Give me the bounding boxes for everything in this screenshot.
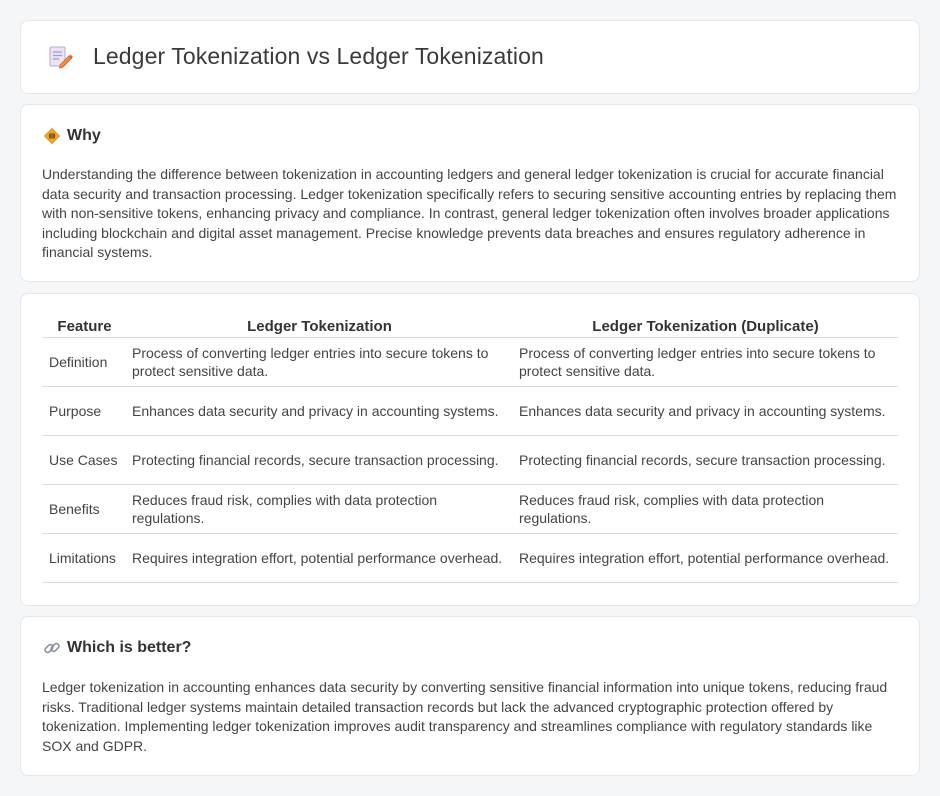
- document-edit-icon: [47, 44, 73, 70]
- link-icon: [43, 639, 61, 657]
- row-ledger-value: Reduces fraud risk, complies with data p…: [126, 485, 513, 534]
- better-title: Which is better?: [67, 639, 192, 656]
- why-card: Why Understanding the difference between…: [20, 104, 920, 282]
- table-row: Benefits Reduces fraud risk, complies wi…: [43, 485, 898, 534]
- row-ledger-value: Process of converting ledger entries int…: [126, 338, 513, 387]
- title-row: Ledger Tokenization vs Ledger Tokenizati…: [47, 43, 544, 70]
- row-ledger-value: Requires integration effort, potential p…: [126, 534, 513, 583]
- row-duplicate-value: Enhances data security and privacy in ac…: [513, 387, 898, 436]
- row-duplicate-value: Requires integration effort, potential p…: [513, 534, 898, 583]
- why-heading: Why: [43, 127, 101, 145]
- header-ledger-tokenization-duplicate: Ledger Tokenization (Duplicate): [513, 314, 898, 338]
- title-card: Ledger Tokenization vs Ledger Tokenizati…: [20, 20, 920, 94]
- header-feature: Feature: [43, 314, 126, 338]
- table-row: Use Cases Protecting financial records, …: [43, 436, 898, 485]
- better-text: Ledger tokenization in accounting enhanc…: [42, 679, 888, 754]
- why-title: Why: [67, 127, 101, 144]
- row-duplicate-value: Protecting financial records, secure tra…: [513, 436, 898, 485]
- table-row: Purpose Enhances data security and priva…: [43, 387, 898, 436]
- table-row: Limitations Requires integration effort,…: [43, 534, 898, 583]
- comparison-card: Feature Ledger Tokenization Ledger Token…: [20, 293, 920, 606]
- comparison-table: Feature Ledger Tokenization Ledger Token…: [43, 314, 898, 583]
- row-feature: Limitations: [43, 534, 126, 583]
- row-feature: Benefits: [43, 485, 126, 534]
- header-ledger-tokenization: Ledger Tokenization: [126, 314, 513, 338]
- page-title: Ledger Tokenization vs Ledger Tokenizati…: [93, 43, 544, 69]
- which-is-better-card: Which is better? Ledger tokenization in …: [20, 616, 920, 776]
- better-heading: Which is better?: [43, 639, 191, 657]
- table-header-row: Feature Ledger Tokenization Ledger Token…: [43, 314, 898, 338]
- row-duplicate-value: Process of converting ledger entries int…: [513, 338, 898, 387]
- row-duplicate-value: Reduces fraud risk, complies with data p…: [513, 485, 898, 534]
- why-text: Understanding the difference between tok…: [42, 166, 897, 260]
- row-feature: Definition: [43, 338, 126, 387]
- row-ledger-value: Enhances data security and privacy in ac…: [126, 387, 513, 436]
- table-row: Definition Process of converting ledger …: [43, 338, 898, 387]
- row-feature: Purpose: [43, 387, 126, 436]
- row-ledger-value: Protecting financial records, secure tra…: [126, 436, 513, 485]
- row-feature: Use Cases: [43, 436, 126, 485]
- diamond-warning-icon: [43, 127, 61, 145]
